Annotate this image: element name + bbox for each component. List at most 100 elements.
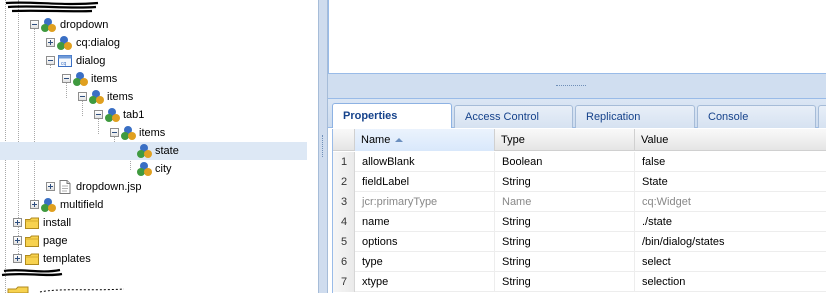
property-name-cell[interactable]: allowBlank [355,152,495,172]
row-number-cell-text: 2 [340,176,348,188]
expand-toggle[interactable] [46,182,55,191]
property-type-cell[interactable]: String [495,212,635,232]
dialog-icon: cq [58,55,72,67]
property-value-cell-text: State [642,176,668,188]
property-name-cell[interactable]: options [355,232,495,252]
grid-header: Name Type Value [333,129,826,151]
property-type-cell[interactable]: String [495,272,635,292]
row-number-cell: 7 [333,272,355,292]
tab-label: Console [708,111,749,123]
property-value-cell[interactable]: selection [635,272,826,292]
collapse-toggle[interactable] [30,20,39,29]
folder-icon [25,217,39,229]
tree-node-label: multifield [60,199,104,211]
column-header-type[interactable]: Type [495,129,635,151]
property-value-cell[interactable]: select [635,252,826,272]
tree-node-page[interactable]: page [0,232,318,250]
property-type-cell-text: String [502,236,531,248]
expand-toggle[interactable] [13,236,22,245]
property-name-cell[interactable]: name [355,212,495,232]
table-row[interactable]: 5 options String/bin/dialog/states [333,232,826,252]
property-name-cell[interactable]: fieldLabel [355,172,495,192]
tree-node-cq-dialog[interactable]: cq:dialog [0,34,318,52]
tab-console[interactable]: Console [697,105,816,128]
repository-tree: dropdown cq:dialog cq dialog items items [0,0,318,293]
property-type-cell[interactable]: String [495,172,635,192]
property-value-cell[interactable]: cq:Widget [635,192,826,212]
property-value-cell-text: select [642,256,671,268]
table-row[interactable]: 3 jcr:primaryType Name cq:Widget [333,192,826,212]
property-value-cell-text: /bin/dialog/states [642,236,725,248]
node-icon [137,162,152,176]
tree-node-label: cq:dialog [76,37,121,49]
tree-node-install[interactable]: install [0,214,318,232]
collapse-toggle[interactable] [46,56,55,65]
property-type-cell-text: Boolean [502,156,543,168]
tree-node-label: dialog [76,55,106,67]
row-number-cell: 6 [333,252,355,272]
horizontal-splitter[interactable] [328,74,826,99]
folder-icon [25,253,39,265]
table-row[interactable]: 6 type String select [333,252,826,272]
properties-grid: Name Type Value 1 allowBlank Boolean false 2… [332,129,826,293]
tab-replication[interactable]: Replication [575,105,695,128]
node-icon [41,18,56,32]
tab-access-control[interactable]: Access Control [454,105,573,128]
property-value-cell-text: false [642,156,666,168]
tree-node-dropdown-jsp[interactable]: dropdown.jsp [0,178,318,196]
property-name-cell[interactable]: jcr:primaryType [355,192,495,212]
tree-node-state[interactable]: state [0,142,307,160]
row-number-cell: 5 [333,232,355,252]
property-type-cell[interactable]: String [495,252,635,272]
property-value-cell[interactable]: State [635,172,826,192]
expand-toggle[interactable] [13,254,22,263]
table-row[interactable]: 4 name String ./state [333,212,826,232]
tree-node-city[interactable]: city [0,160,318,178]
tab-properties[interactable]: Properties [332,103,452,128]
tree-node-dropdown[interactable]: dropdown [0,16,318,34]
file-icon [59,180,71,194]
vertical-splitter[interactable] [318,0,328,293]
node-icon [137,144,152,158]
expand-toggle[interactable] [30,200,39,209]
column-header-value[interactable]: Value [635,129,826,151]
sort-ascending-icon [395,138,403,142]
node-icon [121,126,136,140]
property-name-cell[interactable]: type [355,252,495,272]
table-row[interactable]: 2 fieldLabel String State [333,172,826,192]
tree-node-label: state [155,145,179,157]
property-type-cell[interactable]: Boolean [495,152,635,172]
property-value-cell[interactable]: false [635,152,826,172]
tree-node-items[interactable]: items [0,70,318,88]
tab-label: Replication [586,111,641,123]
row-number-cell-text: 5 [340,236,348,248]
tree-node-label: install [43,217,72,229]
tab-overflow[interactable] [818,105,826,128]
property-value-cell[interactable]: ./state [635,212,826,232]
column-header-name[interactable]: Name [355,129,495,151]
row-number-header [333,129,355,151]
collapse-toggle[interactable] [110,128,119,137]
property-value-cell-text: ./state [642,216,672,228]
node-icon [57,36,72,50]
table-row[interactable]: 1 allowBlank Boolean false [333,152,826,172]
collapse-toggle[interactable] [94,110,103,119]
tree-node-multifield[interactable]: multifield [0,196,318,214]
collapse-toggle[interactable] [78,92,87,101]
expand-toggle[interactable] [13,218,22,227]
tree-node-tab1[interactable]: tab1 [0,106,318,124]
tree-node-label: tab1 [123,109,145,121]
collapse-toggle[interactable] [62,74,71,83]
property-value-cell[interactable]: /bin/dialog/states [635,232,826,252]
redaction-scribble-bottom [1,268,125,293]
tree-node-label: templates [43,253,91,265]
property-type-cell[interactable]: String [495,232,635,252]
table-row[interactable]: 7 xtype String selection [333,272,826,292]
property-name-cell[interactable]: xtype [355,272,495,292]
tree-node-dialog[interactable]: cq dialog [0,52,318,70]
tree-node-items[interactable]: items [0,88,318,106]
tree-node-items[interactable]: items [0,124,318,142]
expand-toggle[interactable] [46,38,55,47]
property-type-cell[interactable]: Name [495,192,635,212]
tab-label: Properties [343,110,398,122]
